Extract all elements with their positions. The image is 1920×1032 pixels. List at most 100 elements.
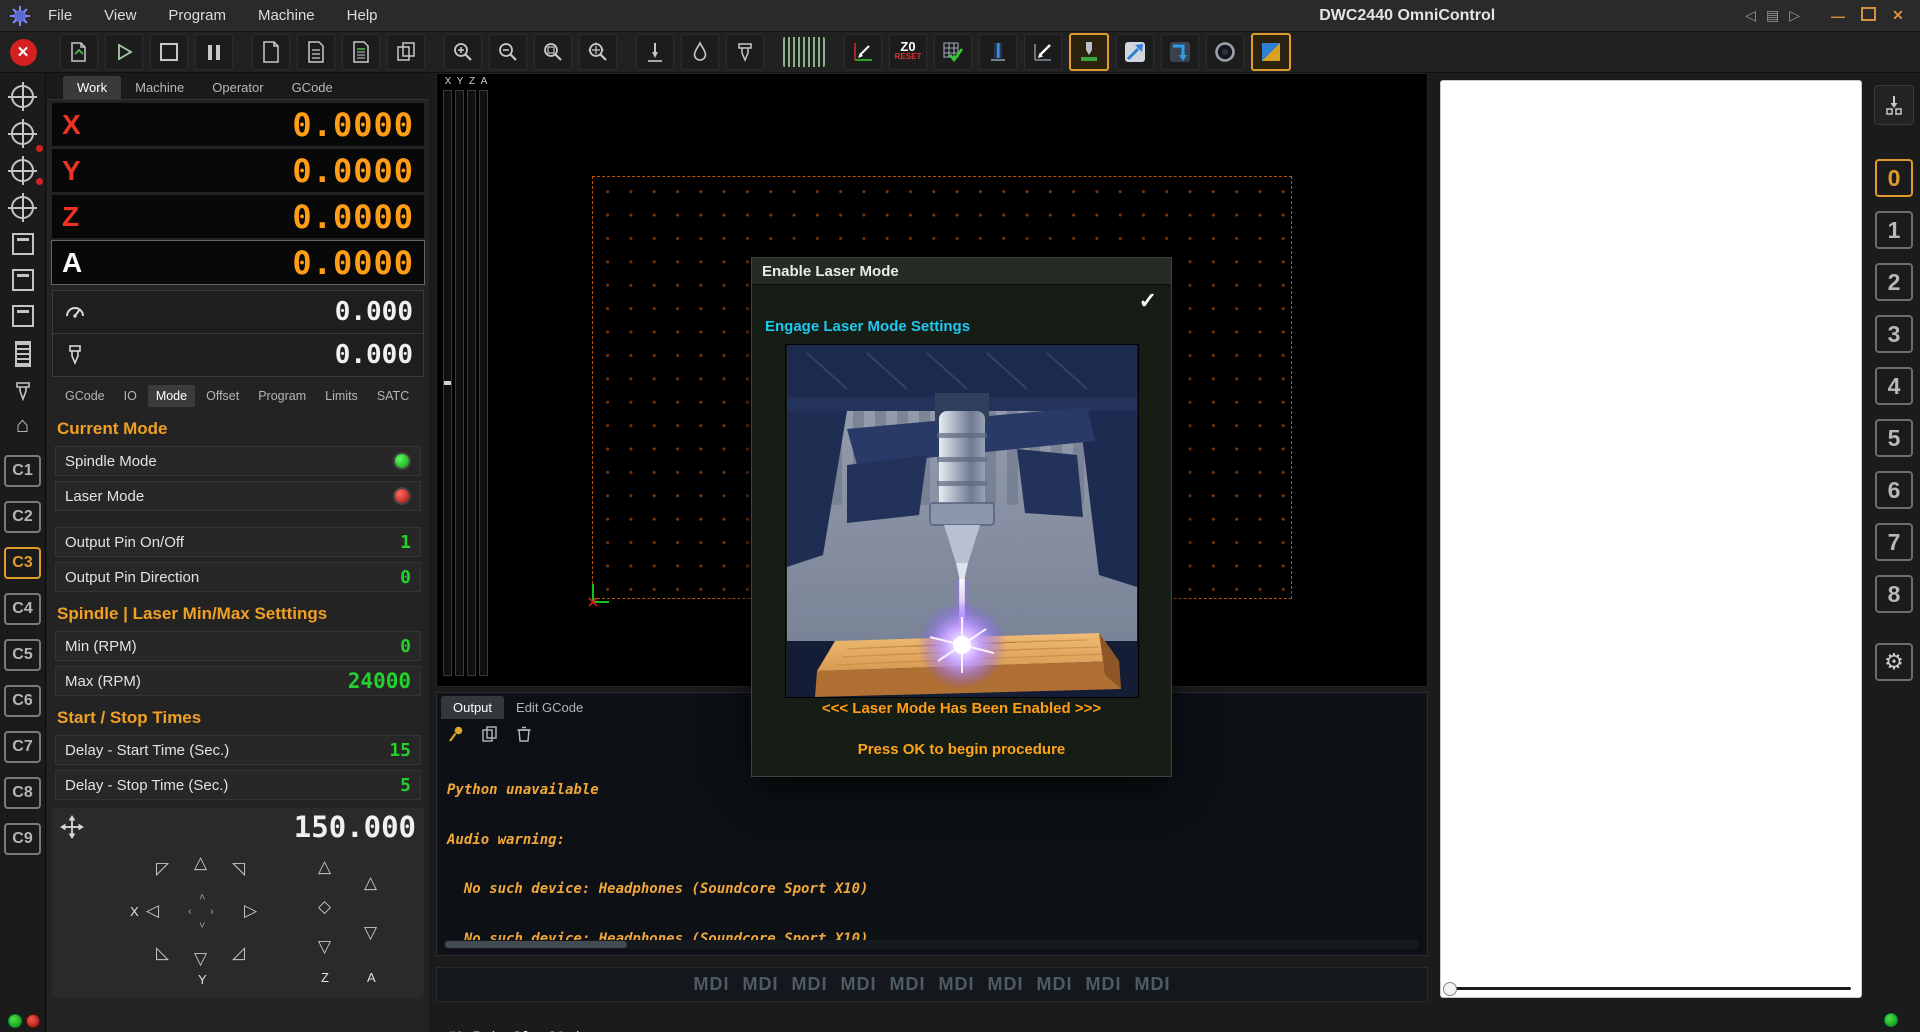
x-axis-slider[interactable]	[443, 90, 452, 676]
zoom-in-button[interactable]	[444, 34, 482, 70]
output-pin-row[interactable]: Output Pin On/Off 1	[55, 527, 421, 557]
delay-stop-row[interactable]: Delay - Stop Time (Sec.) 5	[55, 770, 421, 800]
c9-button[interactable]: C9	[4, 823, 41, 855]
goto-zero-button[interactable]	[11, 85, 34, 108]
home-button[interactable]: ⌂	[16, 414, 29, 436]
tab-limits[interactable]: Limits	[317, 385, 366, 407]
goto-xyz-zero-button[interactable]	[844, 34, 882, 70]
jog-center-up-icon[interactable]: ˄	[199, 890, 205, 907]
menu-machine[interactable]: Machine	[258, 7, 315, 24]
jog-ne-button[interactable]: ◹	[232, 860, 245, 877]
coolant-button[interactable]	[681, 34, 719, 70]
fixture-offset-button[interactable]	[11, 305, 34, 327]
toolpath-verify-button[interactable]	[934, 34, 972, 70]
x-slider-handle[interactable]	[444, 381, 451, 385]
tab-machine[interactable]: Machine	[121, 76, 198, 99]
jog-east-button[interactable]: ▷	[244, 902, 257, 919]
mdi-button-2[interactable]: MDI	[743, 974, 779, 995]
c3-button[interactable]: C3	[4, 547, 41, 579]
mdi-button-7[interactable]: MDI	[988, 974, 1024, 995]
c8-button[interactable]: C8	[4, 777, 41, 809]
ruler-button[interactable]	[14, 341, 31, 367]
tab-operator[interactable]: Operator	[198, 76, 277, 99]
jog-z-down-button[interactable]: ▽	[318, 938, 331, 955]
c4-button[interactable]: C4	[4, 593, 41, 625]
tool-sensor-button[interactable]	[1069, 33, 1109, 71]
menu-file[interactable]: File	[48, 7, 72, 24]
goto-position-button[interactable]	[1116, 34, 1154, 70]
tool-release-button[interactable]	[1874, 85, 1914, 125]
output-direction-row[interactable]: Output Pin Direction 0	[55, 562, 421, 592]
clear-log-icon[interactable]	[515, 725, 533, 743]
menu-view[interactable]: View	[104, 7, 136, 24]
gcode-block-button[interactable]	[342, 34, 380, 70]
jog-a-down-button[interactable]: ▽	[364, 924, 377, 941]
right-tab-7[interactable]: 7	[1875, 523, 1913, 561]
mdi-button-1[interactable]: MDI	[694, 974, 730, 995]
c2-button[interactable]: C2	[4, 501, 41, 533]
laser-mode-button[interactable]	[1251, 33, 1291, 71]
close-button[interactable]: ✕	[1890, 7, 1906, 24]
tool-offset-button[interactable]	[11, 233, 34, 255]
jog-center-right-icon[interactable]: ›	[210, 904, 214, 921]
right-tab-2[interactable]: 2	[1875, 263, 1913, 301]
z0-reset-button[interactable]: Z0 RESET	[889, 34, 927, 70]
corner-reference-button[interactable]	[1161, 34, 1199, 70]
tab-satc[interactable]: SATC	[369, 385, 417, 407]
jog-se-button[interactable]: ◿	[232, 944, 245, 961]
open-program-button[interactable]	[60, 34, 98, 70]
probe-button[interactable]	[636, 34, 674, 70]
copy-log-icon[interactable]	[481, 725, 499, 743]
program-list-panel[interactable]	[1440, 80, 1862, 998]
stop-button[interactable]	[150, 34, 188, 70]
nav-forward-icon[interactable]: ▷	[1789, 7, 1800, 24]
dialog-title-bar[interactable]: Enable Laser Mode	[752, 258, 1171, 285]
tab-offset[interactable]: Offset	[198, 385, 247, 407]
right-tab-6[interactable]: 6	[1875, 471, 1913, 509]
log-scrollbar-handle[interactable]	[445, 941, 627, 948]
estop-button[interactable]: ✕	[5, 35, 41, 69]
right-tab-4[interactable]: 4	[1875, 367, 1913, 405]
c1-button[interactable]: C1	[4, 455, 41, 487]
jog-z-home-button[interactable]: ◇	[318, 898, 331, 915]
delay-start-row[interactable]: Delay - Start Time (Sec.) 15	[55, 735, 421, 765]
zoom-window-button[interactable]	[534, 34, 572, 70]
spindle-button[interactable]	[1206, 34, 1244, 70]
laser-mode-row[interactable]: Laser Mode	[55, 481, 421, 511]
mdi-button-8[interactable]: MDI	[1037, 974, 1073, 995]
nav-list-icon[interactable]: ▤	[1766, 7, 1779, 24]
tab-work[interactable]: Work	[63, 76, 122, 99]
work-offset-button[interactable]	[11, 269, 34, 291]
tab-io[interactable]: IO	[116, 385, 145, 407]
jog-a-up-button[interactable]: △	[364, 874, 377, 891]
tab-program[interactable]: Program	[250, 385, 314, 407]
y-axis-slider[interactable]	[455, 90, 464, 676]
mdi-button-5[interactable]: MDI	[890, 974, 926, 995]
menu-program[interactable]: Program	[168, 7, 226, 24]
settings-gear-button[interactable]: ⚙	[1875, 643, 1913, 681]
mdi-button-4[interactable]: MDI	[841, 974, 877, 995]
log-horizontal-scrollbar[interactable]	[443, 940, 1419, 949]
pin-icon[interactable]	[447, 725, 465, 743]
zero-xy-button[interactable]	[11, 122, 34, 145]
spindle-mode-row[interactable]: Spindle Mode	[55, 446, 421, 476]
z-axis-slider[interactable]	[467, 90, 476, 676]
zoom-fit-button[interactable]	[579, 34, 617, 70]
jog-south-button[interactable]: ▽	[194, 950, 207, 967]
c5-button[interactable]: C5	[4, 639, 41, 671]
maximize-button[interactable]	[1860, 7, 1876, 24]
mdi-button-6[interactable]: MDI	[939, 974, 975, 995]
pause-button[interactable]	[195, 34, 233, 70]
mdi-button-10[interactable]: MDI	[1135, 974, 1171, 995]
tab-output[interactable]: Output	[441, 696, 505, 719]
tab-edit-gcode[interactable]: Edit GCode	[504, 696, 595, 719]
right-tab-1[interactable]: 1	[1875, 211, 1913, 249]
tool-button[interactable]	[726, 34, 764, 70]
jog-z-up-button[interactable]: △	[318, 858, 331, 875]
jog-west-button[interactable]: ◁	[146, 902, 159, 919]
max-rpm-row[interactable]: Max (RPM) 24000	[55, 666, 421, 696]
nav-back-icon[interactable]: ◁	[1745, 7, 1756, 24]
tool-table-button[interactable]	[13, 381, 33, 401]
gcode-grid-button[interactable]	[297, 34, 335, 70]
gcode-file-button[interactable]	[252, 34, 290, 70]
